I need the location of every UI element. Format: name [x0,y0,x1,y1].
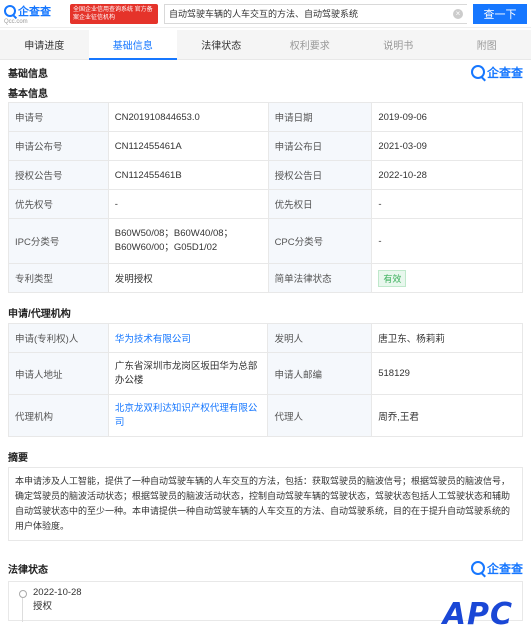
table-row: 申请公布号 CN112455461A 申请公布日 2021-03-09 [8,131,523,161]
table-row: 申请号 CN201910844653.0 申请日期 2019-09-06 [8,102,523,132]
applicant-link[interactable]: 华为技术有限公司 [107,323,269,353]
field-value: 2022-10-28 [371,160,523,190]
tab-claims[interactable]: 权利要求 [266,30,355,59]
tab-drawings[interactable]: 附图 [443,30,531,59]
field-label: 授权公告日 [267,160,373,190]
agency-link[interactable]: 北京龙双利达知识产权代理有限公司 [107,394,269,437]
field-value: B60W50/08；B60W40/08；B60W60/00；G05D1/02 [107,218,269,264]
field-label: 申请人地址 [8,352,109,395]
tab-bar: 申请进度 基础信息 法律状态 权利要求 说明书 附图 [0,30,531,60]
field-label: 申请号 [8,102,109,132]
section-title-text: 申请/代理机构 [8,308,71,320]
field-value: - [371,189,523,219]
basic-info-table: 申请号 CN201910844653.0 申请日期 2019-09-06 申请公… [8,102,523,293]
basic-info-heading: 基础信息 企查查 [0,62,531,82]
field-label: 代理人 [267,394,373,437]
qichacha-logo[interactable]: 企查查 Qcc.com [4,3,64,25]
legal-heading: 法律状态 企查查 [0,555,531,581]
brand-mark-text: 企查查 [486,65,523,80]
table-row: 授权公告号 CN112455461B 授权公告日 2022-10-28 [8,160,523,190]
tab-legal-status[interactable]: 法律状态 [177,30,266,59]
tab-description[interactable]: 说明书 [354,30,443,59]
table-row: 申请(专利权)人 华为技术有限公司 发明人 唐卫东、杨莉莉 [8,323,523,353]
field-value: 广东省深圳市龙岗区坂田华为总部办公楼 [107,352,269,395]
field-label: 优先权号 [8,189,109,219]
official-badge: 全国企业信用查询系统 官方备案企业征信机构 [70,3,158,24]
logo-subtitle: Qcc.com [4,18,28,25]
field-value: 发明授权 [107,263,269,293]
search-button[interactable]: 查一下 [473,3,527,24]
magnifier-logo-icon [4,4,16,17]
field-value: 有效 [371,263,523,293]
status-badge: 有效 [378,269,407,287]
top-header: 企查查 Qcc.com 全国企业信用查询系统 官方备案企业征信机构 自动驾驶车辆… [0,0,531,28]
logo-text: 企查查 [18,5,51,18]
field-value: - [107,189,269,219]
field-label: 申请日期 [267,102,373,132]
field-label: 优先权日 [267,189,373,219]
field-label: 简单法律状态 [267,263,373,293]
field-value: 2019-09-06 [371,102,523,132]
abstract-heading: 摘要 [0,445,531,467]
field-label: 代理机构 [8,394,109,437]
basic-subsection-heading: 基本信息 [0,82,531,102]
apc-watermark: APC [442,597,513,632]
field-value: CN112455461B [107,160,269,190]
field-label: 发明人 [267,323,373,353]
table-row: IPC分类号 B60W50/08；B60W40/08；B60W60/00；G05… [8,218,523,264]
section-title-text: 基础信息 [8,68,48,80]
field-value: 唐卫东、杨莉莉 [371,323,523,353]
field-label: 申请公布号 [8,131,109,161]
magnifier-logo-icon [470,561,485,575]
field-label: CPC分类号 [267,218,373,264]
abstract-text: 本申请涉及人工智能，提供了一种自动驾驶车辆的人车交互的方法，包括：获取驾驶员的脑… [8,467,523,541]
brand-mark: 企查查 [470,64,523,81]
field-value: CN112455461A [107,131,269,161]
field-label: 申请公布日 [267,131,373,161]
field-label: IPC分类号 [8,218,109,264]
field-label: 申请人邮编 [267,352,373,395]
section-title-text: 法律状态 [8,564,48,576]
subsection-title-text: 基本信息 [8,88,48,100]
field-value: 518129 [371,352,523,395]
clear-icon[interactable]: × [453,8,463,19]
field-value: 周乔,王君 [371,394,523,437]
search-input[interactable]: 自动驾驶车辆的人车交互的方法、自动驾驶系统 × [164,3,467,24]
agency-table: 申请(专利权)人 华为技术有限公司 发明人 唐卫东、杨莉莉 申请人地址 广东省深… [8,323,523,437]
brand-mark-text: 企查查 [486,561,523,576]
table-row: 优先权号 - 优先权日 - [8,189,523,219]
field-value: CN201910844653.0 [107,102,269,132]
timeline-dot-icon [19,590,27,598]
search-input-value: 自动驾驶车辆的人车交互的方法、自动驾驶系统 [169,9,359,19]
section-title-text: 摘要 [8,452,28,464]
field-label: 专利类型 [8,263,109,293]
agency-heading: 申请/代理机构 [0,301,531,323]
field-label: 申请(专利权)人 [8,323,109,353]
table-row: 代理机构 北京龙双利达知识产权代理有限公司 代理人 周乔,王君 [8,394,523,437]
table-row: 申请人地址 广东省深圳市龙岗区坂田华为总部办公楼 申请人邮编 518129 [8,352,523,395]
magnifier-logo-icon [470,65,485,79]
timeline-line [22,598,23,622]
field-label: 授权公告号 [8,160,109,190]
brand-mark: 企查查 [470,560,523,577]
tab-progress[interactable]: 申请进度 [0,30,89,59]
field-value: 2021-03-09 [371,131,523,161]
table-row: 专利类型 发明授权 简单法律状态 有效 [8,263,523,293]
field-value: - [371,218,523,264]
tab-basic-info[interactable]: 基础信息 [88,30,177,60]
